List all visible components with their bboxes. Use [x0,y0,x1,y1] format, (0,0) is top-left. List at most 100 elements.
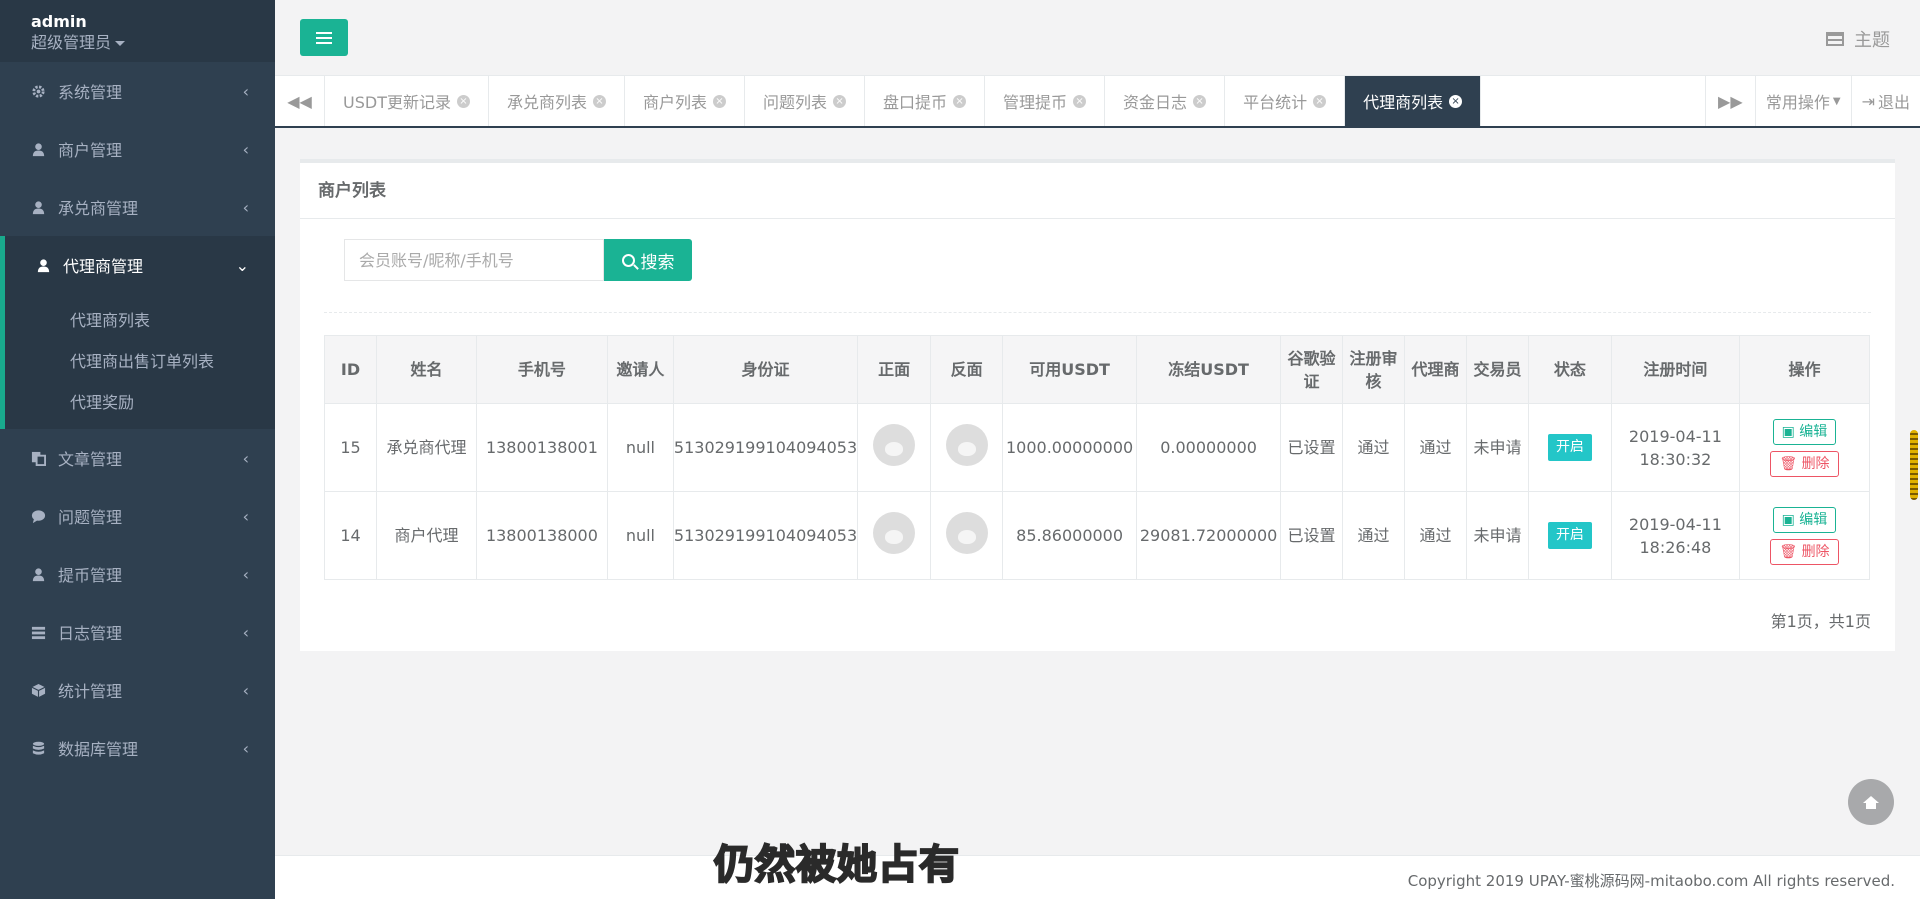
delete-button[interactable]: 🗑 删除 [1770,450,1839,477]
sidebar-item-log[interactable]: 日志管理 ‹ [0,603,275,661]
close-icon[interactable]: × [713,94,726,108]
user-profile[interactable]: admin 超级管理员 [0,0,275,62]
column-header: ID [324,335,377,404]
search-button[interactable]: 搜索 [604,239,692,281]
user-role-dropdown[interactable]: 超级管理员 [31,32,275,54]
column-header: 身份证 [672,335,859,404]
tab-scroll-left-button[interactable]: ◀◀ [275,76,325,126]
hamburger-icon [316,31,332,44]
sidebar-subitem-agent-reward[interactable]: 代理奖励 [5,382,275,423]
tab-usdt-records[interactable]: USDT更新记录 × [325,76,489,126]
search-bar: 搜索 [344,239,692,281]
delete-button[interactable]: 🗑 删除 [1770,538,1839,565]
edit-label: 编辑 [1799,511,1828,528]
column-header: 正面 [857,335,932,404]
cell-regtime: 2019-04-11 18:30:32 [1610,403,1740,492]
sidebar-item-question[interactable]: 问题管理 ‹ [0,487,275,545]
column-header: 交易员 [1465,335,1529,404]
user-role: 超级管理员 [31,33,112,52]
scrollbar-thumb[interactable] [1910,430,1918,500]
logout-button[interactable]: ⇥ 退出 [1850,76,1920,126]
tab-label: 问题列表 [763,93,828,112]
id-front-image[interactable] [873,423,916,466]
close-icon[interactable]: × [953,94,967,108]
sidebar-item-merchant[interactable]: 商户管理 ‹ [0,120,275,178]
column-header: 反面 [930,335,1004,404]
sidebar-item-article[interactable]: 文章管理 ‹ [0,429,275,487]
logout-label: 退出 [1877,93,1910,112]
close-icon[interactable]: × [1313,94,1327,108]
copyright-text: Copyright 2019 UPAY-蜜桃源码网-mitaobo.com Al… [1407,872,1895,890]
edit-button[interactable]: ▣ 编辑 [1772,506,1837,533]
close-icon[interactable]: × [592,94,606,108]
sidebar-item-label: 文章管理 [58,450,123,469]
tab-handicap-withdraw[interactable]: 盘口提币 × [865,76,986,126]
id-back-image[interactable] [945,423,988,466]
edit-icon: ▣ [1781,511,1800,528]
common-ops-dropdown[interactable]: 常用操作 ▼ [1754,76,1851,126]
tab-actions: ▶▶ 常用操作 ▼ ⇥ 退出 [1704,76,1920,126]
edit-icon: ▣ [1781,423,1800,440]
search-icon [621,253,635,267]
cell-actions: ▣ 编辑 🗑 删除 [1738,403,1871,492]
tab-acceptor-list[interactable]: 承兑商列表 × [489,76,625,126]
tab-scroll-right-button[interactable]: ▶▶ [1704,76,1755,126]
id-back-image[interactable] [945,511,988,554]
tab-question-list[interactable]: 问题列表 × [745,76,866,126]
close-icon[interactable]: × [1073,94,1087,108]
sidebar-item-acceptor[interactable]: 承兑商管理 ‹ [0,178,275,236]
cell-agent: 通过 [1404,403,1467,492]
cell-idcard: 513029199104094053 [672,403,859,492]
cell-frozen: 0.00000000 [1136,403,1282,492]
sidebar-item-database[interactable]: 数据库管理 ‹ [0,719,275,777]
tab-fund-log[interactable]: 资金日志 × [1105,76,1226,126]
sidebar-item-stats[interactable]: 统计管理 ‹ [0,661,275,719]
edit-label: 编辑 [1799,423,1828,440]
column-header: 谷歌验证 [1280,335,1344,404]
tab-label: 管理提币 [1003,93,1068,112]
sidebar: admin 超级管理员 系统管理 ‹ 商户管理 ‹ 承兑商管理 ‹ 代理商管理 … [0,0,275,899]
cube-icon [31,683,46,698]
reg-date: 2019-04-11 [1628,514,1722,534]
agent-submenu: 代理商列表 代理商出售订单列表 代理奖励 [0,294,275,429]
column-header: 邀请人 [606,335,674,404]
trash-icon: 🗑 [1779,543,1802,560]
sidebar-item-system[interactable]: 系统管理 ‹ [0,62,275,120]
menu-toggle-button[interactable] [300,19,348,56]
close-icon[interactable]: × [1193,94,1207,108]
status-badge[interactable]: 开启 [1547,522,1592,549]
id-front-image[interactable] [873,511,916,554]
sidebar-item-withdraw[interactable]: 提币管理 ‹ [0,545,275,603]
sidebar-item-agent[interactable]: 代理商管理 ⌄ [0,236,275,294]
tab-agent-list[interactable]: 代理商列表 × [1345,76,1482,126]
cell-trader: 未申请 [1465,491,1529,580]
theme-button[interactable]: 主题 [1826,26,1890,52]
close-icon[interactable]: × [833,94,847,108]
tab-bar: ◀◀ USDT更新记录 × 承兑商列表 × 商户列表 × 问题列表 × 盘口提币 × 管理… [275,76,1920,128]
close-icon[interactable]: × [456,94,470,108]
tab-platform-stats[interactable]: 平台统计 × [1225,76,1346,126]
column-header: 状态 [1527,335,1612,404]
cell-usdt: 1000.00000000 [1002,403,1138,492]
tab-admin-withdraw[interactable]: 管理提币 × [985,76,1106,126]
edit-button[interactable]: ▣ 编辑 [1772,418,1837,445]
cell-status: 开启 [1527,403,1612,492]
chevron-down-icon: ⌄ [235,255,249,275]
cell-name: 承兑商代理 [375,403,477,492]
cell-actions: ▣ 编辑 🗑 删除 [1738,491,1871,580]
cell-phone: 13800138000 [475,491,608,580]
sidebar-subitem-agent-list[interactable]: 代理商列表 [5,300,275,341]
sidebar-item-label: 承兑商管理 [58,199,139,218]
column-header: 冻结USDT [1136,335,1282,404]
copy-icon [31,451,46,466]
tab-label: 代理商列表 [1363,93,1444,112]
sidebar-subitem-agent-sell-orders[interactable]: 代理商出售订单列表 [5,341,275,382]
top-navbar: 主题 [275,0,1920,76]
search-input[interactable] [344,239,604,281]
column-header: 手机号 [475,335,608,404]
close-icon[interactable]: × [1449,94,1463,108]
tab-merchant-list[interactable]: 商户列表 × [625,76,745,126]
reg-time: 18:26:48 [1639,537,1712,557]
status-badge[interactable]: 开启 [1547,434,1592,461]
home-button[interactable] [1848,779,1894,825]
